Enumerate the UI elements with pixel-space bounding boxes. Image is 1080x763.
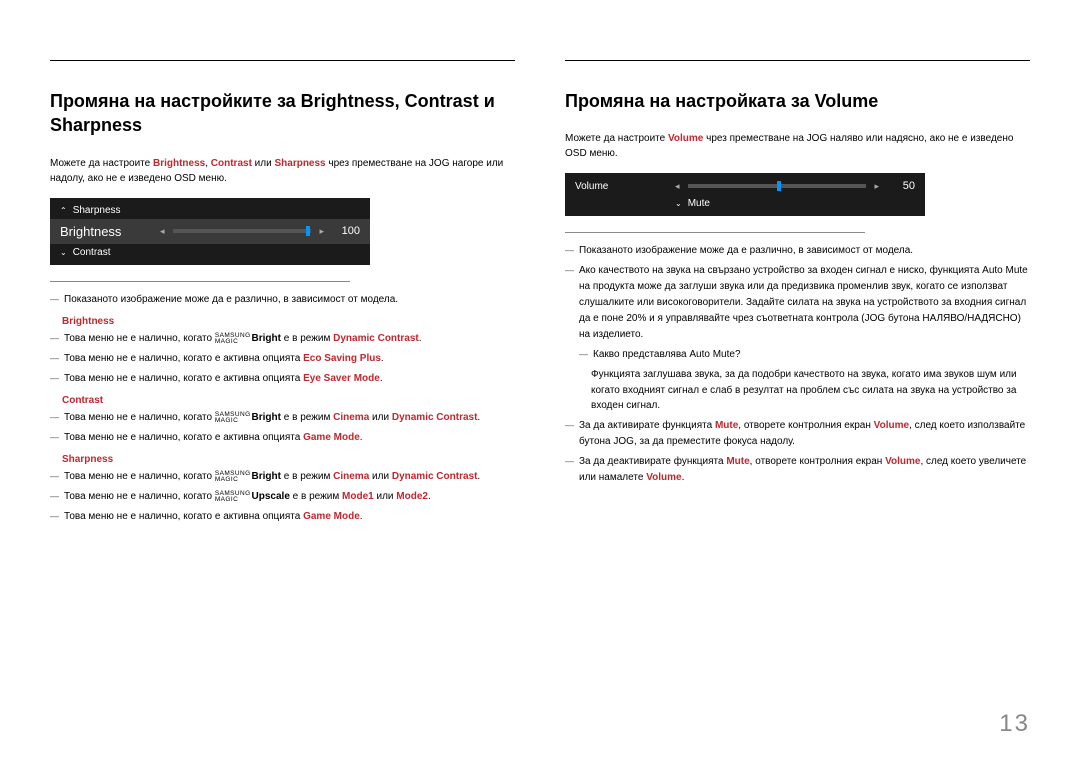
slider-track	[173, 229, 312, 233]
triangle-right-icon: ▸	[319, 226, 324, 237]
right-column: Промяна на настройката за Volume Можете …	[565, 60, 1030, 529]
heading-brightness-contrast-sharpness: Промяна на настройките за Brightness, Co…	[50, 89, 515, 138]
slider-handle	[777, 181, 781, 191]
heading-volume: Промяна на настройката за Volume	[565, 89, 1030, 113]
note-auto-mute: Ако качеството на звука на свързано устр…	[565, 263, 1030, 343]
note-brightness-3: Това меню не е налично, когато е активна…	[50, 371, 515, 387]
chevron-down-icon: ⌄	[675, 199, 682, 208]
intro-right: Можете да настроите Volume чрез преместв…	[565, 131, 1030, 161]
page-number: 13	[999, 710, 1030, 738]
note-brightness-1: Това меню не е налично, когато SAMSUNGMA…	[50, 331, 515, 347]
osd-value: 100	[332, 225, 360, 237]
label-contrast: Contrast	[62, 395, 515, 406]
osd-vol-row: Volume ◂ ▸ 50	[565, 177, 925, 195]
note-model-vary: Показаното изображение може да е различн…	[50, 292, 515, 308]
osd-brightness-widget: ⌃ Sharpness Brightness ◂ ▸ 100 ⌄ Contras…	[50, 198, 370, 265]
note-brightness-2: Това меню не е налично, когато е активна…	[50, 351, 515, 367]
note-mute-enable: За да активирате функцията Mute, отворет…	[565, 418, 1030, 450]
note-auto-mute-a: Функцията заглушава звука, за да подобри…	[565, 367, 1030, 414]
osd-volume-slider: ◂ ▸ 50	[675, 180, 915, 192]
note-mute-disable: За да деактивирате функцията Mute, отвор…	[565, 454, 1030, 486]
triangle-left-icon: ◂	[160, 226, 165, 237]
note-auto-mute-q: Какво представлява Auto Mute?	[565, 347, 1030, 363]
note-contrast-1: Това меню не е налично, когато SAMSUNGMA…	[50, 410, 515, 426]
intro-left: Можете да настроите Brightness, Contrast…	[50, 156, 515, 186]
note-sharpness-3: Това меню не е налично, когато е активна…	[50, 509, 515, 525]
chevron-down-icon: ⌄	[60, 248, 67, 257]
note-model-vary-r: Показаното изображение може да е различн…	[565, 243, 1030, 259]
note-contrast-2: Това меню не е налично, когато е активна…	[50, 430, 515, 446]
osd-row-focus: Brightness ◂ ▸ 100	[50, 219, 370, 244]
osd-row-down: ⌄ Contrast	[50, 244, 370, 261]
label-sharpness: Sharpness	[62, 454, 515, 465]
note-sharpness-2: Това меню не е налично, когато SAMSUNGMA…	[50, 489, 515, 505]
left-column: Промяна на настройките за Brightness, Co…	[50, 60, 515, 529]
chevron-up-icon: ⌃	[60, 206, 67, 215]
osd-slider: ◂ ▸ 100	[160, 225, 360, 237]
divider	[50, 281, 350, 282]
triangle-right-icon: ▸	[874, 181, 879, 192]
label-brightness: Brightness	[62, 316, 515, 327]
divider	[565, 232, 865, 233]
slider-handle	[306, 226, 310, 236]
osd-value: 50	[887, 180, 915, 192]
triangle-left-icon: ◂	[675, 181, 680, 192]
osd-volume-widget: Volume ◂ ▸ 50 ⌄ Mute	[565, 173, 925, 216]
note-sharpness-1: Това меню не е налично, когато SAMSUNGMA…	[50, 469, 515, 485]
slider-track	[688, 184, 867, 188]
osd-vol-down: ⌄ Mute	[565, 195, 925, 212]
osd-row-up: ⌃ Sharpness	[50, 202, 370, 219]
